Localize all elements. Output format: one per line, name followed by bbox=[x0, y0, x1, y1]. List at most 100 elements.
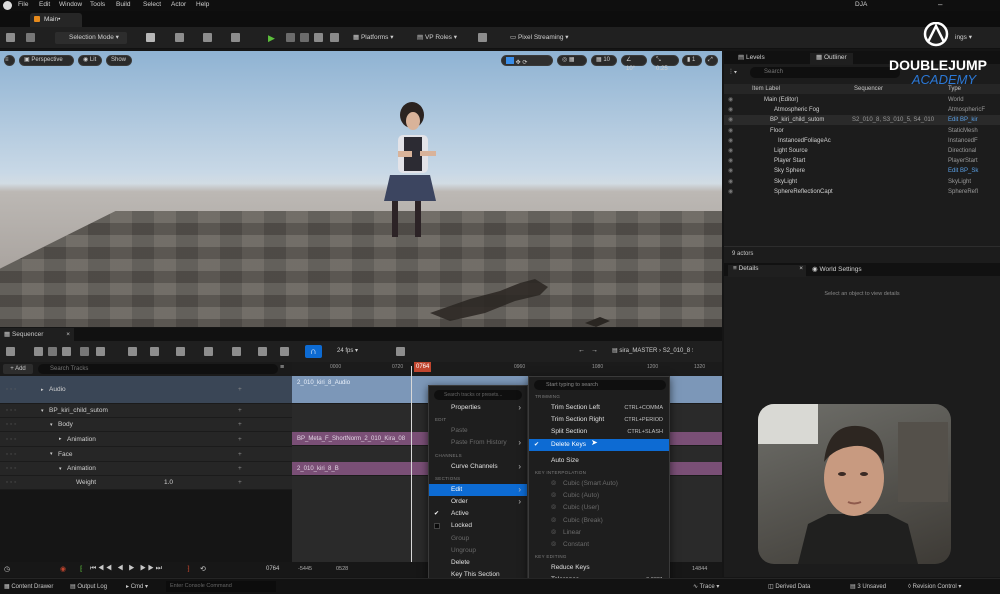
menu-item[interactable]: Auto Size bbox=[529, 455, 669, 467]
close-details-icon[interactable]: × bbox=[799, 265, 803, 272]
menu-item[interactable]: Paste bbox=[429, 425, 527, 437]
track-search-input[interactable]: Search Tracks bbox=[38, 364, 278, 374]
eject-icon[interactable] bbox=[314, 33, 323, 42]
menu-item[interactable]: Active ✔ bbox=[429, 508, 527, 520]
track-filter-icon[interactable]: ≡ bbox=[280, 364, 284, 371]
record-icon[interactable]: ◉ bbox=[60, 565, 66, 573]
track-row[interactable]: ◦ ◦ ◦ BP_kiri_child_sutom ▾ + bbox=[0, 404, 292, 418]
radio-icon[interactable]: ⦾ bbox=[551, 490, 556, 502]
menu-select[interactable]: Select bbox=[143, 1, 161, 8]
menu-item[interactable]: Split Section CTRL+SLASH bbox=[529, 426, 669, 438]
col-item-label[interactable]: Item Label bbox=[752, 84, 780, 94]
track-toggle-icons[interactable]: ◦ ◦ ◦ bbox=[6, 476, 17, 490]
revision-control-button[interactable]: ◊ Revision Control ▾ bbox=[908, 583, 961, 590]
playback-options-icon[interactable] bbox=[204, 347, 213, 356]
outliner-row-type[interactable]: Edit BP_kir bbox=[948, 115, 978, 125]
level-viewport[interactable]: ≡ ▣ Perspective ◉ Lit Show ✥ ⟳ ◎ ▦ ▦ 10 … bbox=[0, 51, 722, 327]
menu-item[interactable]: Trim Section Right CTRL+PERIOD bbox=[529, 414, 669, 426]
play-options-icon[interactable] bbox=[330, 33, 339, 42]
snap-magnet-icon[interactable]: ∩ bbox=[305, 345, 322, 358]
track-toggle-icons[interactable]: ◦ ◦ ◦ bbox=[6, 418, 17, 432]
output-log-button[interactable]: ▤ Output Log bbox=[70, 583, 107, 590]
menu-item[interactable]: Cubic (Auto) ⦾ bbox=[529, 490, 669, 502]
pixel-streaming-dropdown[interactable]: ▭ Pixel Streaming ▾ bbox=[510, 32, 569, 44]
blueprint-icon[interactable] bbox=[175, 33, 184, 42]
visibility-icon[interactable]: ◉ bbox=[728, 136, 733, 146]
visibility-icon[interactable]: ◉ bbox=[728, 177, 733, 187]
visibility-icon[interactable]: ◉ bbox=[728, 166, 733, 176]
vp-roles-dropdown[interactable]: ▤ VP Roles ▾ bbox=[417, 32, 457, 44]
stop-icon[interactable] bbox=[300, 33, 309, 42]
modes-icon[interactable] bbox=[231, 33, 240, 42]
add-key-icon[interactable]: + bbox=[238, 418, 242, 432]
add-track-button[interactable]: + Add bbox=[3, 364, 33, 374]
tab-details[interactable]: ≡ Details × bbox=[728, 265, 806, 277]
set-start-icon[interactable]: ⁅ bbox=[80, 565, 83, 573]
network-icon[interactable] bbox=[478, 33, 487, 42]
view-end-frame[interactable]: 14844 bbox=[692, 566, 707, 572]
derived-data-button[interactable]: ◫ Derived Data bbox=[768, 583, 810, 590]
outliner-row-type[interactable]: Edit BP_Sk bbox=[948, 166, 978, 176]
view-options-icon[interactable] bbox=[176, 347, 185, 356]
camera-speed-button[interactable]: ▮ 1 bbox=[682, 55, 702, 66]
cmd-dropdown[interactable]: ▸ Cmd ▾ bbox=[126, 583, 148, 590]
radio-icon[interactable]: ⦾ bbox=[551, 515, 556, 527]
outliner-row[interactable]: Light Source Directional ◉ bbox=[724, 146, 1000, 156]
outliner-row[interactable]: SphereReflectionCapt SphereRefl ◉ bbox=[724, 187, 1000, 197]
minimize-icon[interactable]: – bbox=[938, 0, 942, 9]
track-row[interactable]: ◦ ◦ ◦ Weight 1.0 + bbox=[0, 476, 292, 490]
console-input[interactable]: Enter Console Command bbox=[166, 581, 276, 592]
content-drawer-button[interactable]: ▦ Content Drawer bbox=[4, 583, 53, 590]
find-asset-icon[interactable] bbox=[48, 347, 57, 356]
menu-item[interactable]: Delete bbox=[429, 557, 527, 569]
unsaved-button[interactable]: ▤ 3 Unsaved bbox=[850, 583, 886, 590]
tab-sequencer[interactable]: ▦ Sequencer × bbox=[0, 328, 74, 341]
set-end-icon[interactable]: ⁆ bbox=[187, 565, 190, 573]
menu-item[interactable]: Ungroup bbox=[429, 545, 527, 557]
track-row[interactable]: ◦ ◦ ◦ Animation ▾ + bbox=[0, 462, 292, 476]
platforms-dropdown[interactable]: ▦ Platforms ▾ bbox=[353, 32, 393, 44]
outliner-search-input[interactable]: Search bbox=[750, 67, 900, 78]
menu-item[interactable]: Trim Section Left CTRL+COMMA bbox=[529, 402, 669, 414]
menu-item[interactable]: Group bbox=[429, 533, 527, 545]
menu-item[interactable]: Cubic (User) ⦾ bbox=[529, 502, 669, 514]
save-sequence-icon[interactable] bbox=[34, 347, 43, 356]
fps-dropdown[interactable]: 24 fps ▾ bbox=[337, 345, 358, 357]
track-row[interactable]: ◦ ◦ ◦ Face ▾ + bbox=[0, 447, 292, 462]
radio-icon[interactable]: ⦾ bbox=[551, 527, 556, 539]
breadcrumb-master[interactable]: sira_MASTER bbox=[619, 348, 657, 354]
menu-help[interactable]: Help bbox=[196, 1, 209, 8]
loop-icon[interactable]: ⟲ bbox=[200, 565, 206, 573]
visibility-icon[interactable]: ◉ bbox=[728, 115, 733, 125]
cinematics-icon[interactable] bbox=[203, 33, 212, 42]
transform-tools[interactable]: ✥ ⟳ bbox=[501, 55, 553, 66]
trace-button[interactable]: ∿ Trace ▾ bbox=[693, 583, 719, 590]
menu1-search-input[interactable]: Search tracks or presets... bbox=[434, 390, 522, 400]
menu-item[interactable]: Paste From History › bbox=[429, 437, 527, 449]
edit-mode-icon[interactable] bbox=[280, 347, 289, 356]
nav-back-icon[interactable]: ← bbox=[578, 345, 585, 357]
timer-icon[interactable]: ◷ bbox=[4, 565, 10, 573]
outliner-row[interactable]: InstancedFoliageAc InstancedF ◉ bbox=[724, 136, 1000, 146]
track-row[interactable]: ◦ ◦ ◦ Body ▾ + bbox=[0, 418, 292, 432]
close-sequencer-icon[interactable]: × bbox=[66, 328, 70, 341]
outliner-row[interactable]: Atmospheric Fog AtmosphericF ◉ bbox=[724, 105, 1000, 115]
menu-file[interactable]: File bbox=[18, 1, 28, 8]
keyframe-icon[interactable] bbox=[232, 347, 241, 356]
track-row[interactable]: ◦ ◦ ◦ Audio ▸ + bbox=[0, 376, 292, 404]
add-key-icon[interactable]: + bbox=[238, 432, 242, 447]
add-key-icon[interactable]: + bbox=[238, 447, 242, 462]
view-start-frame[interactable]: -5445 bbox=[298, 566, 312, 572]
menu-item[interactable]: Cubic (Break) ⦾ bbox=[529, 515, 669, 527]
menu-item[interactable]: Reduce Keys bbox=[529, 562, 669, 574]
menu-build[interactable]: Build bbox=[116, 1, 130, 8]
menu-actor[interactable]: Actor bbox=[171, 1, 186, 8]
outliner-row[interactable]: SkyLight SkyLight ◉ bbox=[724, 177, 1000, 187]
expand-chevron-icon[interactable]: ▸ bbox=[41, 376, 44, 404]
scale-icon[interactable] bbox=[506, 57, 514, 64]
play-icon[interactable]: ▶ bbox=[268, 32, 275, 44]
grid-snap-button[interactable]: ▦ 10 bbox=[591, 55, 617, 66]
surface-snap-button[interactable]: ◎ ▦ bbox=[557, 55, 587, 66]
expand-chevron-icon[interactable]: ▾ bbox=[59, 462, 62, 476]
auto-key-icon[interactable] bbox=[258, 347, 267, 356]
